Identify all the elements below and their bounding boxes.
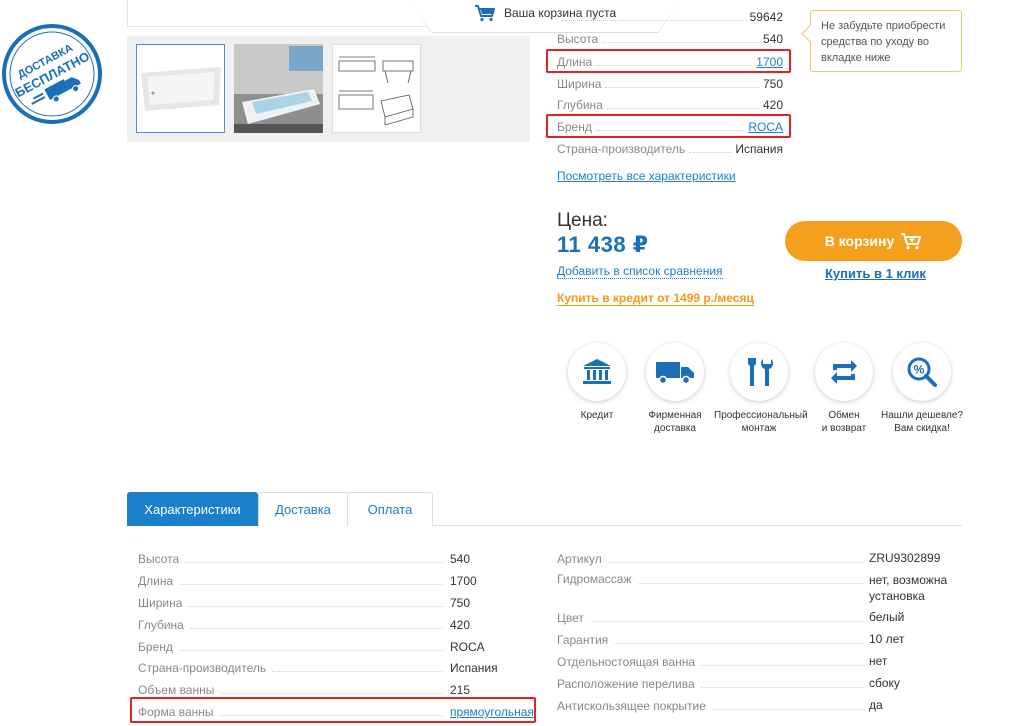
discount-search-icon: % (893, 343, 951, 401)
char-key: Гидромассаж (557, 572, 632, 586)
char-row: Ширина 750 (138, 592, 530, 610)
char-row: Гарантия 10 лет (557, 629, 957, 647)
exchange-icon (815, 343, 873, 401)
thumbnail-strip (127, 36, 530, 142)
spec-key: Высота (557, 32, 599, 46)
service-label: Фирменная доставка (648, 410, 702, 434)
char-row: Страна-производитель Испания (138, 657, 530, 675)
service-label: Кредит (580, 410, 614, 421)
add-to-cart-label: В корзину (824, 233, 895, 249)
char-key: Ширина (138, 596, 183, 610)
spec-value: 540 (762, 32, 783, 46)
char-key: Отдельностоящая ванна (557, 655, 696, 669)
spec-key: Глубина (557, 98, 603, 112)
char-value: нет (869, 654, 888, 668)
truck-icon (646, 343, 704, 401)
service-label: Обмен и возврат (821, 410, 867, 434)
free-delivery-badge: ДОСТАВКА БЕСПЛАТНО (0, 16, 106, 126)
char-key: Гарантия (557, 633, 609, 647)
add-to-compare-link[interactable]: Добавить в список сравнения (557, 264, 723, 279)
view-all-characteristics-link[interactable]: Посмотреть все характеристики (557, 169, 736, 183)
char-key: Длина (138, 574, 174, 588)
spec-key: Ширина (557, 77, 602, 91)
char-value: белый (869, 610, 905, 624)
tab-payment[interactable]: Оплата (347, 492, 433, 526)
char-row: Объем ванны 215 (138, 679, 530, 697)
spec-row-height: Высота 540 (557, 30, 783, 46)
spec-row-country: Страна-производитель Испания (557, 140, 783, 156)
care-products-tooltip: Не забудьте приобрести средства по уходу… (810, 10, 962, 72)
thumbnail-technical-drawing[interactable] (332, 44, 421, 133)
char-row: Расположение перелива сбоку (557, 673, 957, 691)
buy-one-click-link[interactable]: Купить в 1 клик (825, 266, 926, 281)
bank-icon (568, 343, 626, 401)
spec-row-article: 59642 (557, 8, 783, 24)
cart-icon (475, 5, 495, 22)
buy-on-credit-link[interactable]: Купить в кредит от 1499 р./месяц (557, 291, 754, 306)
char-row: Бренд ROCA (138, 636, 530, 654)
char-row: Антискользящее покрытие да (557, 695, 957, 713)
spec-value: 59642 (749, 10, 783, 24)
service-exchange[interactable]: Обмен и возврат (799, 343, 889, 435)
char-key: Высота (138, 552, 180, 566)
char-key: Расположение перелива (557, 677, 695, 691)
char-value: 10 лет (869, 632, 905, 646)
char-row: Артикул ZRU9302899 (557, 548, 957, 566)
char-value: нет, возможна установка (869, 573, 948, 603)
char-key: Антискользящее покрытие (557, 699, 706, 713)
svg-text:%: % (914, 363, 925, 377)
char-value: сбоку (869, 676, 900, 690)
char-row: Цвет белый (557, 607, 957, 625)
char-value: ZRU9302899 (869, 551, 941, 565)
char-row: Гидромассаж нет, возможна установка (557, 570, 957, 604)
char-value: 215 (450, 683, 471, 697)
service-installation[interactable]: Профессиональный монтаж (714, 343, 808, 435)
char-key: Артикул (557, 552, 602, 566)
service-delivery[interactable]: Фирменная доставка (630, 343, 720, 435)
price-value: 11 438 ₽ (557, 232, 649, 257)
highlight-brand (546, 114, 791, 138)
tab-characteristics[interactable]: Характеристики (127, 492, 258, 526)
char-value: Испания (450, 661, 498, 675)
add-to-cart-button[interactable]: В корзину (785, 221, 962, 261)
char-value: да (869, 698, 883, 712)
service-label: Нашли дешевле? Вам скидка! (880, 410, 964, 434)
price-label: Цена: (557, 210, 608, 231)
char-key: Объем ванны (138, 683, 215, 697)
char-row: Отдельностоящая ванна нет (557, 651, 957, 669)
tab-delivery[interactable]: Доставка (258, 492, 348, 526)
char-value: 540 (450, 552, 471, 566)
char-row: Глубина 420 (138, 614, 530, 632)
spec-value: Испания (735, 142, 783, 156)
char-value: 750 (450, 596, 471, 610)
spec-row-depth: Глубина 420 (557, 96, 783, 112)
thumbnail-bathroom-photo[interactable] (234, 44, 323, 133)
spec-row-width: Ширина 750 (557, 75, 783, 91)
char-row: Высота 540 (138, 548, 530, 566)
char-row: Длина 1700 (138, 570, 530, 588)
char-value: ROCA (450, 640, 485, 654)
service-label: Профессиональный монтаж (714, 410, 808, 434)
char-key: Цвет (557, 611, 584, 625)
spec-value: 420 (762, 98, 783, 112)
service-price-match[interactable]: % Нашли дешевле? Вам скидка! (877, 343, 967, 435)
thumbnail-bathtub-top[interactable] (136, 44, 225, 133)
spec-value: 750 (762, 77, 783, 91)
char-value: 420 (450, 618, 471, 632)
highlight-length (546, 49, 791, 73)
char-key: Страна-производитель (138, 661, 267, 675)
char-value: 1700 (450, 574, 477, 588)
highlight-bath-shape (130, 697, 536, 723)
spec-key: Страна-производитель (557, 142, 686, 156)
char-key: Глубина (138, 618, 184, 632)
cart-plus-icon (901, 233, 922, 250)
tools-icon (730, 343, 788, 401)
char-key: Бренд (138, 640, 173, 654)
service-credit[interactable]: Кредит (552, 343, 642, 422)
